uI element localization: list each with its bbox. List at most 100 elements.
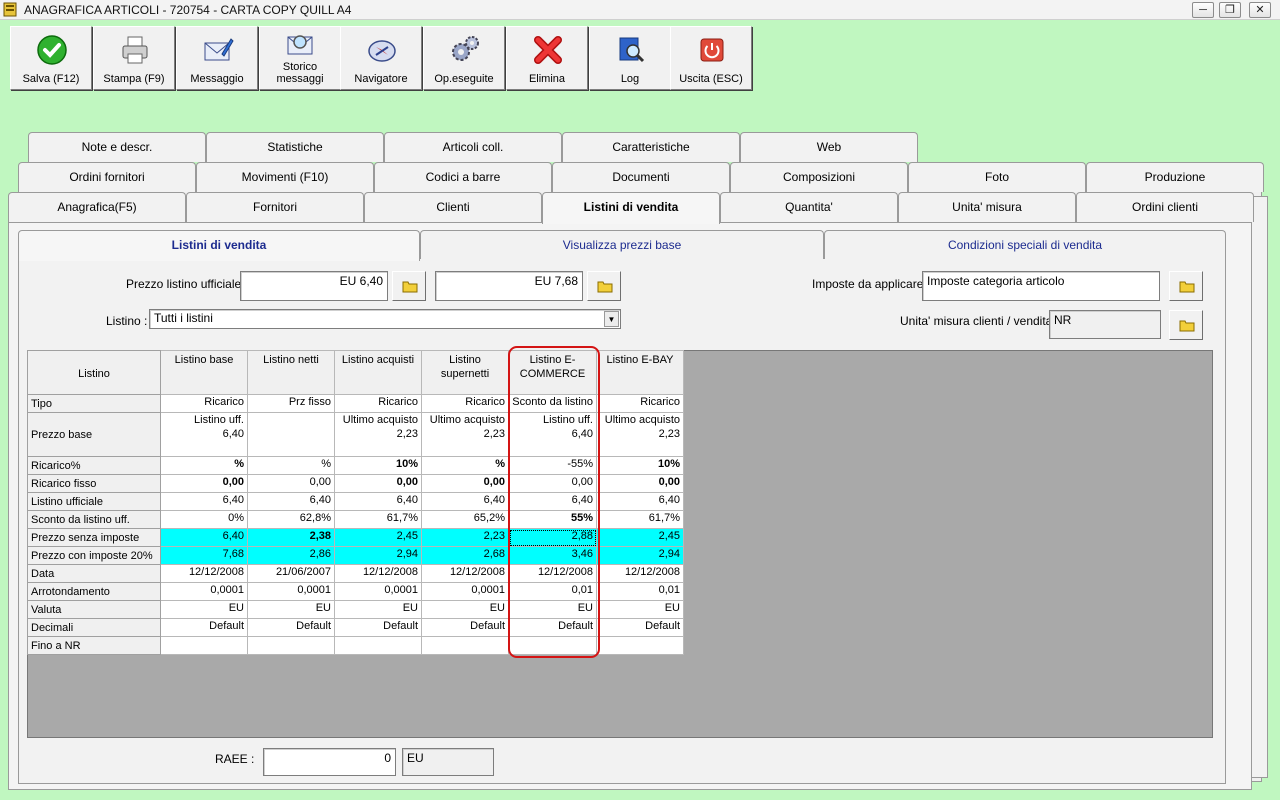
grid-cell[interactable]: 0,00: [596, 474, 684, 493]
print-button[interactable]: Stampa (F9): [93, 26, 175, 90]
listino-select[interactable]: Tutti i listini ▼: [149, 309, 621, 329]
grid-cell[interactable]: EU: [334, 600, 422, 619]
grid-cell[interactable]: Sconto da listino: [508, 394, 597, 413]
imposte-field[interactable]: Imposte categoria articolo: [922, 271, 1160, 301]
tab-foto[interactable]: Foto: [908, 162, 1086, 192]
grid-cell[interactable]: 61,7%: [596, 510, 684, 529]
prezzo-imposte-folder-button[interactable]: [587, 271, 621, 301]
imposte-folder-button[interactable]: [1169, 271, 1203, 301]
operations-button[interactable]: Op.eseguite: [423, 26, 505, 90]
tab-produzione[interactable]: Produzione: [1086, 162, 1264, 192]
message-button[interactable]: Messaggio: [176, 26, 258, 90]
exit-button[interactable]: Uscita (ESC): [670, 26, 752, 90]
grid-cell[interactable]: 62,8%: [247, 510, 335, 529]
column-header[interactable]: Listino netti: [247, 350, 335, 395]
grid-cell[interactable]: 61,7%: [334, 510, 422, 529]
grid-cell[interactable]: Ultimo acquisto 2,23: [421, 412, 509, 457]
prezzo-listino-field[interactable]: EU 6,40: [240, 271, 388, 301]
grid-cell[interactable]: 7,68: [160, 546, 248, 565]
tab-anagrafica[interactable]: Anagrafica(F5): [8, 192, 186, 222]
grid-cell[interactable]: 12/12/2008: [160, 564, 248, 583]
tab-documenti[interactable]: Documenti: [552, 162, 730, 192]
grid-cell[interactable]: %: [160, 456, 248, 475]
grid-cell[interactable]: [508, 636, 597, 655]
grid-cell-selected[interactable]: 2,88: [508, 528, 597, 547]
grid-cell[interactable]: [247, 412, 335, 457]
grid-cell[interactable]: 10%: [334, 456, 422, 475]
tab-listini-di-vendita[interactable]: Listini di vendita: [542, 192, 720, 224]
tab-web[interactable]: Web: [740, 132, 918, 162]
grid-cell[interactable]: [421, 636, 509, 655]
tab-quantita[interactable]: Quantita': [720, 192, 898, 222]
grid-cell[interactable]: 0,01: [596, 582, 684, 601]
tab-caratteristiche[interactable]: Caratteristiche: [562, 132, 740, 162]
tab-articoli-coll[interactable]: Articoli coll.: [384, 132, 562, 162]
grid-cell[interactable]: %: [421, 456, 509, 475]
grid-cell[interactable]: Ricarico: [596, 394, 684, 413]
grid-cell[interactable]: 0,00: [421, 474, 509, 493]
grid-cell[interactable]: Ultimo acquisto 2,23: [596, 412, 684, 457]
grid-cell[interactable]: Default: [247, 618, 335, 637]
grid-cell[interactable]: [334, 636, 422, 655]
grid-cell[interactable]: %: [247, 456, 335, 475]
grid-cell[interactable]: 55%: [508, 510, 597, 529]
grid-cell[interactable]: 6,40: [596, 492, 684, 511]
minimize-button[interactable]: ─: [1192, 2, 1214, 18]
grid-cell[interactable]: [247, 636, 335, 655]
grid-cell[interactable]: 6,40: [247, 492, 335, 511]
prezzo-folder-button[interactable]: [392, 271, 426, 301]
prezzo-imposte-field[interactable]: EU 7,68: [435, 271, 583, 301]
delete-button[interactable]: Elimina: [506, 26, 588, 90]
grid-cell[interactable]: Default: [334, 618, 422, 637]
grid-cell[interactable]: Prz fisso: [247, 394, 335, 413]
grid-cell[interactable]: Ricarico: [334, 394, 422, 413]
grid-cell[interactable]: -55%: [508, 456, 597, 475]
grid-cell[interactable]: Default: [596, 618, 684, 637]
grid-cell[interactable]: 2,68: [421, 546, 509, 565]
tab-movimenti[interactable]: Movimenti (F10): [196, 162, 374, 192]
grid-cell[interactable]: 2,23: [421, 528, 509, 547]
tab-codici-a-barre[interactable]: Codici a barre: [374, 162, 552, 192]
grid-cell[interactable]: EU: [247, 600, 335, 619]
grid-cell[interactable]: 6,40: [160, 492, 248, 511]
restore-button[interactable]: ❐: [1219, 2, 1241, 18]
grid-cell[interactable]: 0,0001: [334, 582, 422, 601]
grid-cell[interactable]: EU: [508, 600, 597, 619]
grid-cell[interactable]: EU: [160, 600, 248, 619]
column-header[interactable]: Listino base: [160, 350, 248, 395]
grid-cell[interactable]: 2,94: [334, 546, 422, 565]
grid-cell[interactable]: 0,00: [334, 474, 422, 493]
grid-cell[interactable]: 2,45: [596, 528, 684, 547]
subtab-visualizza-prezzi-base[interactable]: Visualizza prezzi base: [420, 230, 824, 259]
grid-cell[interactable]: Ultimo acquisto 2,23: [334, 412, 422, 457]
column-header[interactable]: Listino E-COMMERCE: [508, 350, 597, 395]
chevron-down-icon[interactable]: ▼: [604, 311, 619, 327]
grid-cell[interactable]: 6,40: [421, 492, 509, 511]
grid-cell[interactable]: Default: [421, 618, 509, 637]
grid-cell[interactable]: Listino uff. 6,40: [160, 412, 248, 457]
tab-ordini-clienti[interactable]: Ordini clienti: [1076, 192, 1254, 222]
grid-cell[interactable]: 12/12/2008: [596, 564, 684, 583]
grid-cell[interactable]: 65,2%: [421, 510, 509, 529]
grid-cell[interactable]: 0,00: [247, 474, 335, 493]
column-header[interactable]: Listino E-BAY: [596, 350, 684, 395]
navigator-button[interactable]: Navigatore: [340, 26, 422, 90]
grid-cell[interactable]: 6,40: [334, 492, 422, 511]
grid-cell[interactable]: 2,38: [247, 528, 335, 547]
grid-cell[interactable]: 2,45: [334, 528, 422, 547]
column-header[interactable]: Listino acquisti: [334, 350, 422, 395]
grid-cell[interactable]: 2,86: [247, 546, 335, 565]
grid-cell[interactable]: Default: [508, 618, 597, 637]
grid-cell[interactable]: 0,00: [508, 474, 597, 493]
tab-clienti[interactable]: Clienti: [364, 192, 542, 222]
tab-fornitori[interactable]: Fornitori: [186, 192, 364, 222]
grid-cell[interactable]: 2,94: [596, 546, 684, 565]
grid-cell[interactable]: 12/12/2008: [508, 564, 597, 583]
listini-grid[interactable]: Listino Listino base Listino netti Listi…: [27, 350, 684, 655]
close-window-button[interactable]: ✕: [1249, 2, 1271, 18]
grid-cell[interactable]: 0,0001: [160, 582, 248, 601]
column-header[interactable]: Listino supernetti: [421, 350, 509, 395]
grid-cell[interactable]: [596, 636, 684, 655]
grid-cell[interactable]: 12/12/2008: [421, 564, 509, 583]
grid-cell[interactable]: EU: [421, 600, 509, 619]
